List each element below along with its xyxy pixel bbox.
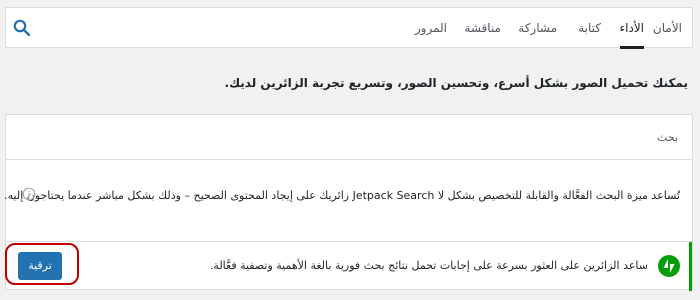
search-settings-card: بحث تُساعد ميزة البحث الفعَّالة والقابلة… [4,114,693,291]
card-header: بحث [6,115,692,160]
annotation-highlight [5,243,79,285]
upgrade-banner-text: ساعد الزائرين على العثور بسرعة على إجابا… [209,259,648,272]
search-icon[interactable] [12,18,32,38]
accent-bar [689,242,692,291]
settings-intro-text: يمكنك تحميل الصور بشكل أسرع، وتحسين الصو… [224,76,688,90]
tab-security[interactable]: الأمان [653,8,682,48]
card-title: بحث [657,131,678,144]
tab-performance[interactable]: الأداء [619,8,644,49]
tab-writing[interactable]: كتابة [578,8,601,48]
tab-traffic[interactable]: المرور [415,8,447,48]
tab-discussion[interactable]: مناقشة [464,8,501,48]
search-description: تُساعد ميزة البحث الفعَّالة والقابلة للت… [4,189,680,202]
tab-sharing[interactable]: مشاركة [518,8,557,48]
section-nav: الأمان الأداء كتابة مشاركة مناقشة المرور [5,7,693,49]
info-icon[interactable] [22,186,36,201]
card-body: تُساعد ميزة البحث الفعَّالة والقابلة للت… [4,160,692,241]
jetpack-logo-icon [658,255,680,277]
upgrade-banner: ساعد الزائرين على العثور بسرعة على إجابا… [6,241,692,291]
